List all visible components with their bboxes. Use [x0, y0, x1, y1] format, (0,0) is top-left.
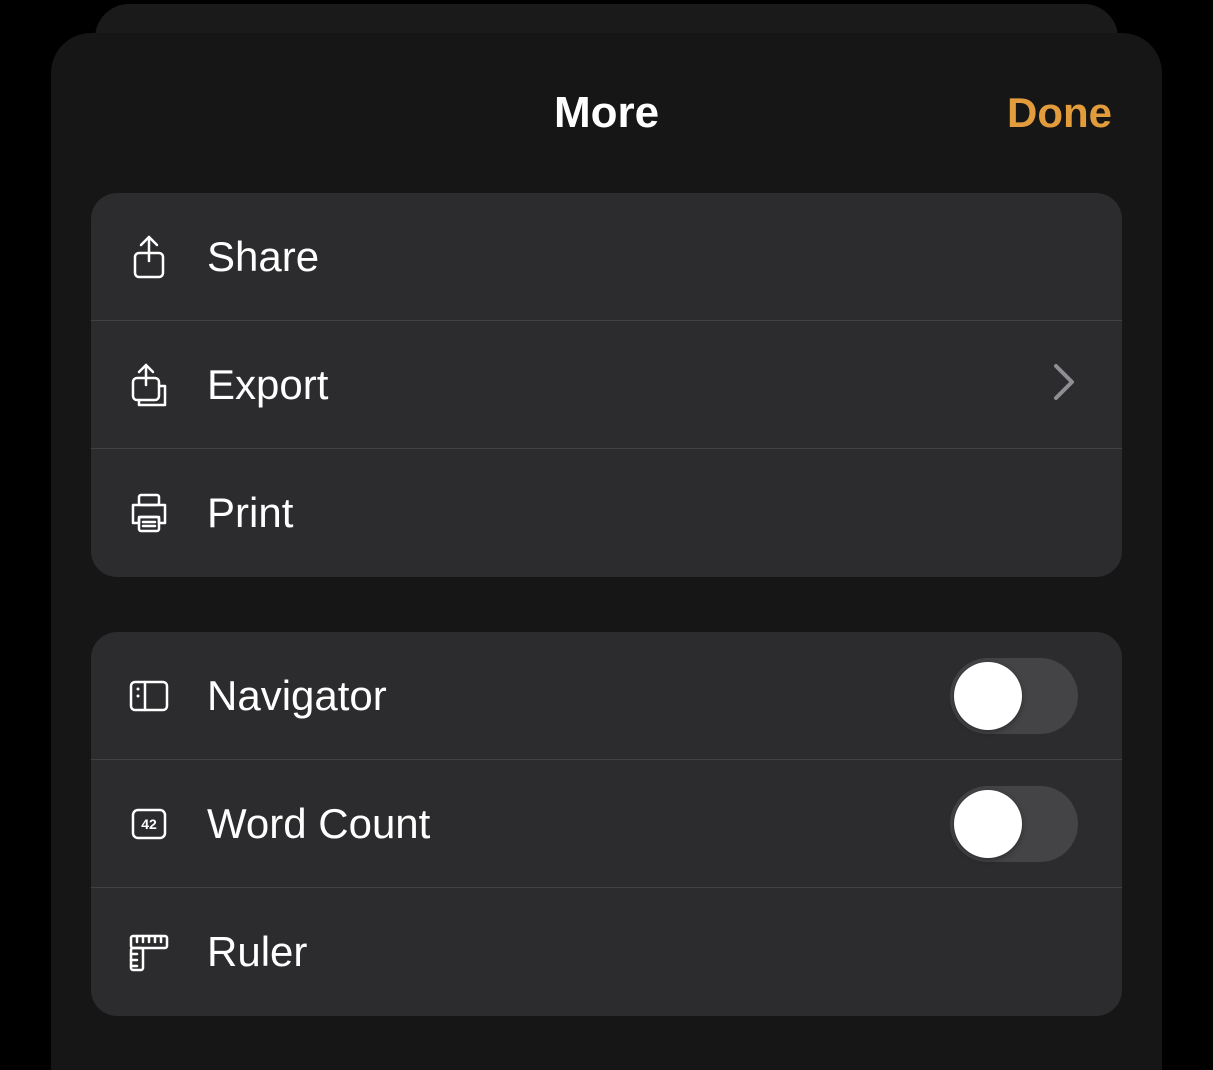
- word-count-icon: 42: [91, 800, 207, 848]
- navigator-label: Navigator: [207, 672, 950, 720]
- done-button[interactable]: Done: [1007, 89, 1112, 137]
- share-icon: [91, 233, 207, 281]
- ruler-label: Ruler: [207, 928, 1078, 976]
- print-label: Print: [207, 489, 1078, 537]
- export-row[interactable]: Export: [91, 321, 1122, 449]
- word-count-row[interactable]: 42 Word Count: [91, 760, 1122, 888]
- sheet-header: More Done: [91, 33, 1122, 193]
- word-count-label: Word Count: [207, 800, 950, 848]
- print-row[interactable]: Print: [91, 449, 1122, 577]
- print-icon: [91, 489, 207, 537]
- export-icon: [91, 361, 207, 409]
- share-row[interactable]: Share: [91, 193, 1122, 321]
- ruler-row[interactable]: Ruler: [91, 888, 1122, 1016]
- sheet-title: More: [554, 88, 659, 138]
- share-label: Share: [207, 233, 1078, 281]
- svg-text:42: 42: [141, 816, 157, 832]
- navigator-toggle[interactable]: [950, 658, 1078, 734]
- navigator-icon: [91, 672, 207, 720]
- word-count-toggle[interactable]: [950, 786, 1078, 862]
- actions-group: Share Export: [91, 193, 1122, 577]
- ruler-icon: [91, 928, 207, 976]
- navigator-row[interactable]: Navigator: [91, 632, 1122, 760]
- chevron-right-icon: [1050, 360, 1078, 409]
- view-options-group: Navigator 42 Word Count: [91, 632, 1122, 1016]
- more-sheet: More Done Share: [51, 33, 1162, 1070]
- export-label: Export: [207, 361, 1050, 409]
